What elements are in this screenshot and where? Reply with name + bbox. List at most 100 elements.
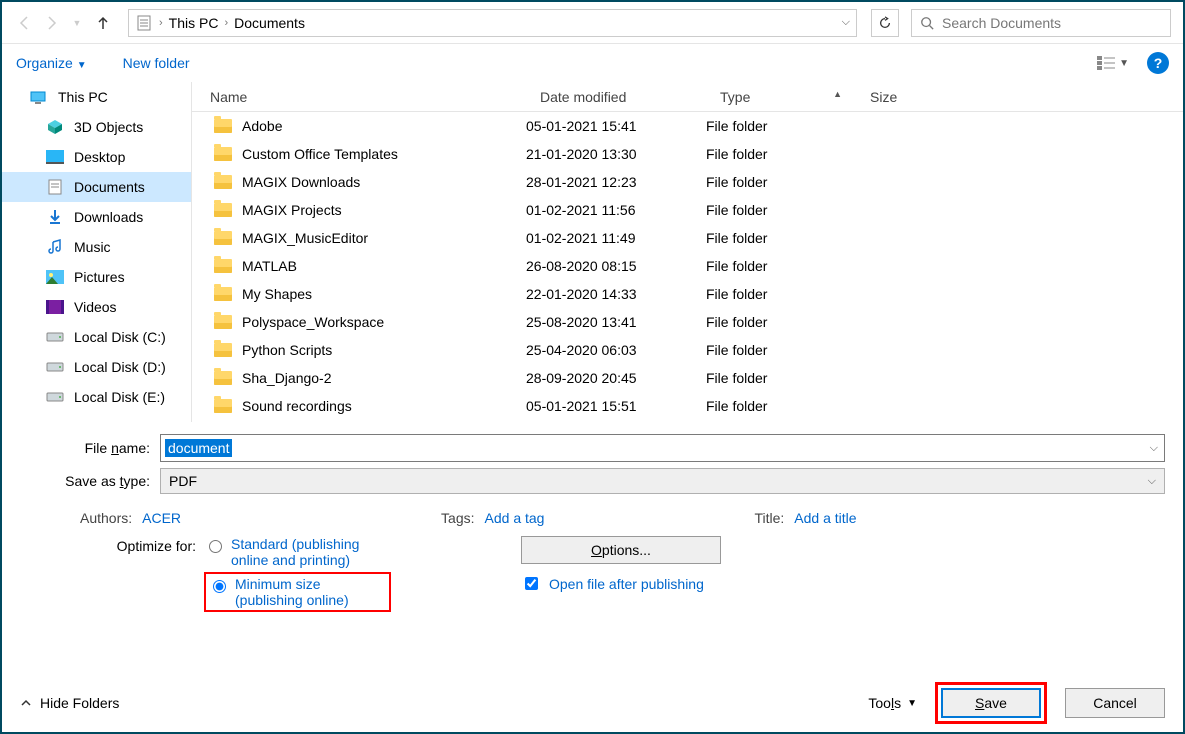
breadcrumb[interactable]: › This PC › Documents ⌵ xyxy=(128,9,857,37)
folder-icon xyxy=(214,371,232,385)
file-row[interactable]: MATLAB26-08-2020 08:15File folder xyxy=(192,252,1183,280)
chevron-down-icon[interactable]: ⌵ xyxy=(842,16,850,29)
sidebar-item[interactable]: Pictures xyxy=(2,262,191,292)
disk-icon xyxy=(46,390,64,404)
file-row[interactable]: Sha_Django-228-09-2020 20:45File folder xyxy=(192,364,1183,392)
doc-icon xyxy=(46,180,64,194)
folder-icon xyxy=(214,175,232,189)
authors-value[interactable]: ACER xyxy=(142,510,181,526)
sidebar-item[interactable]: Local Disk (E:) xyxy=(2,382,191,412)
navigation-bar: ▼ › This PC › Documents ⌵ Search Documen… xyxy=(2,2,1183,44)
sidebar-item[interactable]: Music xyxy=(2,232,191,262)
folder-icon xyxy=(214,203,232,217)
sidebar-item[interactable]: Desktop xyxy=(2,142,191,172)
sidebar-item[interactable]: Downloads xyxy=(2,202,191,232)
forward-button[interactable] xyxy=(40,12,62,34)
chevron-down-icon[interactable]: ⌵ xyxy=(1150,442,1158,455)
folder-icon xyxy=(214,315,232,329)
search-placeholder: Search Documents xyxy=(942,15,1061,31)
down-icon xyxy=(46,210,64,224)
disk-icon xyxy=(46,360,64,374)
organize-menu[interactable]: Organize ▼ xyxy=(16,55,87,71)
chevron-right-icon: › xyxy=(159,17,163,29)
folder-icon xyxy=(214,399,232,413)
save-highlight: Save xyxy=(935,682,1047,724)
file-row[interactable]: Sound recordings05-01-2021 15:51File fol… xyxy=(192,392,1183,420)
view-menu[interactable]: ▼ xyxy=(1097,56,1129,70)
saveas-label: Save as type: xyxy=(20,473,160,489)
sidebar-item[interactable]: Documents xyxy=(2,172,191,202)
doc-icon xyxy=(135,16,153,30)
chevron-down-icon[interactable]: ⌵ xyxy=(1148,475,1156,488)
saveas-value: PDF xyxy=(169,473,197,489)
folder-icon xyxy=(214,343,232,357)
pic-icon xyxy=(46,270,64,284)
tags-value[interactable]: Add a tag xyxy=(485,510,545,526)
main-panel: This PC3D ObjectsDesktopDocumentsDownloa… xyxy=(2,82,1183,422)
title-value[interactable]: Add a title xyxy=(794,510,856,526)
file-row[interactable]: My Shapes22-01-2020 14:33File folder xyxy=(192,280,1183,308)
title-label: Title: xyxy=(754,510,784,526)
recent-dropdown[interactable]: ▼ xyxy=(66,12,88,34)
optimize-minimum-radio[interactable]: Minimum size (publishing online) xyxy=(204,572,391,612)
disk-icon xyxy=(46,330,64,344)
tags-label: Tags: xyxy=(441,510,474,526)
column-name[interactable]: Name xyxy=(192,89,522,105)
back-button[interactable] xyxy=(14,12,36,34)
desktop-icon xyxy=(46,150,64,164)
sidebar-item[interactable]: Videos xyxy=(2,292,191,322)
column-headers[interactable]: Name Date modified Type▲ Size xyxy=(192,82,1183,112)
toolbar: Organize ▼ New folder ▼ ? xyxy=(2,44,1183,82)
folder-icon xyxy=(214,119,232,133)
options-button[interactable]: Options... xyxy=(521,536,721,564)
sidebar-item[interactable]: This PC xyxy=(2,82,191,112)
authors-label: Authors: xyxy=(80,510,132,526)
sidebar-item[interactable]: Local Disk (D:) xyxy=(2,352,191,382)
file-list[interactable]: Name Date modified Type▲ Size Adobe05-01… xyxy=(192,82,1183,422)
file-row[interactable]: MAGIX Projects01-02-2021 11:56File folde… xyxy=(192,196,1183,224)
chevron-up-icon xyxy=(20,697,32,709)
music-icon xyxy=(46,240,64,254)
folder-icon xyxy=(214,287,232,301)
sort-asc-icon: ▲ xyxy=(833,89,842,105)
new-folder-button[interactable]: New folder xyxy=(123,55,190,71)
dialog-footer: Hide Folders Tools ▼ Save Cancel xyxy=(2,680,1183,726)
file-row[interactable]: Polyspace_Workspace25-08-2020 13:41File … xyxy=(192,308,1183,336)
file-row[interactable]: MAGIX Downloads28-01-2021 12:23File fold… xyxy=(192,168,1183,196)
refresh-button[interactable] xyxy=(871,9,899,37)
file-row[interactable]: MAGIX_MusicEditor01-02-2021 11:49File fo… xyxy=(192,224,1183,252)
filename-label: File name: xyxy=(20,440,160,456)
tools-menu[interactable]: Tools ▼ xyxy=(868,695,917,711)
filename-input[interactable]: document ⌵ xyxy=(160,434,1165,462)
column-date[interactable]: Date modified xyxy=(522,89,702,105)
search-input[interactable]: Search Documents xyxy=(911,9,1171,37)
filename-value: document xyxy=(165,439,232,457)
sidebar-item[interactable]: 3D Objects xyxy=(2,112,191,142)
up-button[interactable] xyxy=(92,12,114,34)
saveas-select[interactable]: PDF ⌵ xyxy=(160,468,1165,494)
save-form: File name: document ⌵ Save as type: PDF … xyxy=(2,422,1183,620)
breadcrumb-item[interactable]: Documents xyxy=(234,15,305,31)
breadcrumb-item[interactable]: This PC xyxy=(169,15,219,31)
folder-icon xyxy=(214,147,232,161)
pc-icon xyxy=(30,90,48,104)
column-type[interactable]: Type▲ xyxy=(702,89,852,105)
file-row[interactable]: Adobe05-01-2021 15:41File folder xyxy=(192,112,1183,140)
optimize-label: Optimize for: xyxy=(68,536,204,554)
help-button[interactable]: ? xyxy=(1147,52,1169,74)
file-row[interactable]: Custom Office Templates21-01-2020 13:30F… xyxy=(192,140,1183,168)
hide-folders-button[interactable]: Hide Folders xyxy=(20,695,119,711)
file-row[interactable]: Python Scripts25-04-2020 06:03File folde… xyxy=(192,336,1183,364)
chevron-right-icon: › xyxy=(224,17,228,29)
sidebar[interactable]: This PC3D ObjectsDesktopDocumentsDownloa… xyxy=(2,82,192,422)
sidebar-item[interactable]: Local Disk (C:) xyxy=(2,322,191,352)
open-after-publish-checkbox[interactable]: Open file after publishing xyxy=(521,574,721,593)
save-button[interactable]: Save xyxy=(941,688,1041,718)
folder-icon xyxy=(214,231,232,245)
optimize-standard-radio[interactable]: Standard (publishing online and printing… xyxy=(204,536,391,568)
cancel-button[interactable]: Cancel xyxy=(1065,688,1165,718)
column-size[interactable]: Size xyxy=(852,89,952,105)
search-icon xyxy=(920,16,934,30)
vid-icon xyxy=(46,300,64,314)
folder-icon xyxy=(214,259,232,273)
